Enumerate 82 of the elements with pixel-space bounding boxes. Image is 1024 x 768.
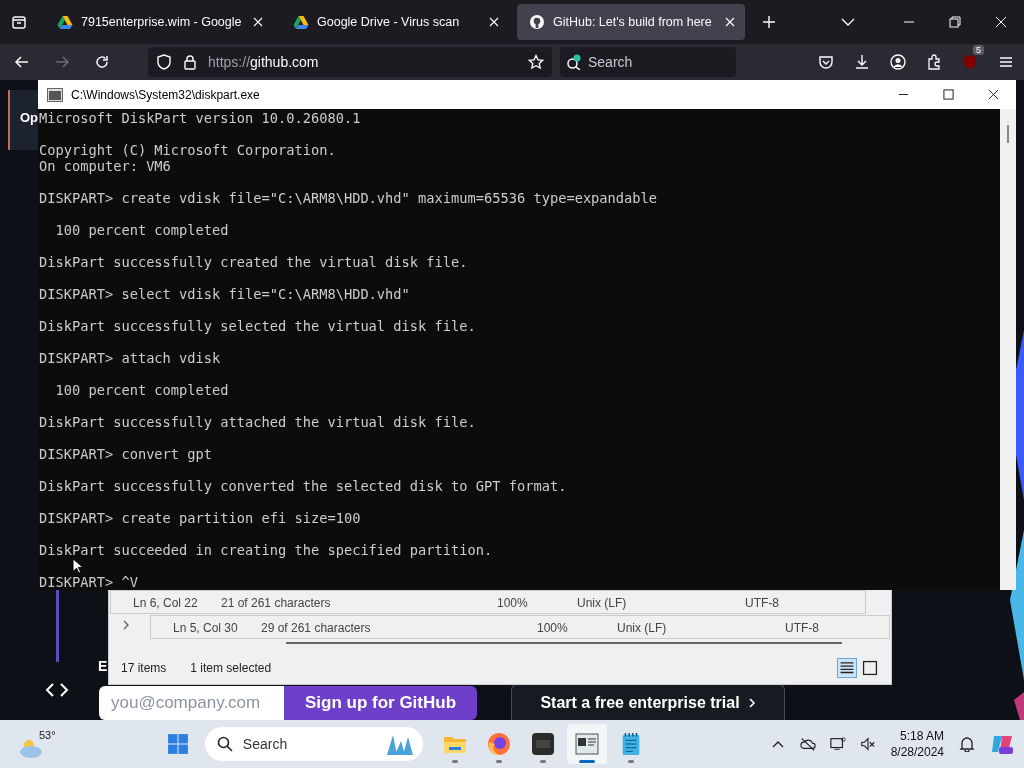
encoding: UTF-8 <box>785 621 819 635</box>
monitor-icon[interactable] <box>829 736 846 752</box>
zoom-level: 100% <box>497 596 528 610</box>
taskbar-search[interactable]: Search <box>204 727 423 761</box>
console-icon <box>47 87 63 102</box>
mouse-pointer-icon <box>72 558 83 574</box>
chevron-right-icon[interactable] <box>122 619 130 631</box>
character-count: 29 of 261 characters <box>261 621 371 635</box>
download-icon[interactable] <box>854 54 870 70</box>
scrollbar[interactable] <box>1000 109 1016 590</box>
console-line: 100 percent completed <box>54 222 229 238</box>
temperature: 53° <box>39 729 56 741</box>
card-text: Op <box>20 110 39 125</box>
console-line: DiskPart successfully created the virtual disk file. <box>39 254 468 270</box>
taskbar-app[interactable] <box>566 724 607 764</box>
menu-icon[interactable] <box>998 54 1014 70</box>
browser-tab[interactable]: Google Drive - Virus scan <box>281 4 509 40</box>
firefox-icon <box>486 732 511 756</box>
line-ending: Unix (LF) <box>577 596 627 610</box>
console-line: DISKPART> create partition efi size=100 <box>39 510 361 526</box>
console-line: DiskPart successfully converted the selected disk to GPT format. <box>39 478 567 494</box>
console-line: DiskPart successfully selected the virtual disk file. <box>39 318 476 334</box>
app-icon <box>530 732 555 756</box>
cloud-off-icon[interactable] <box>799 736 816 752</box>
enterprise-trial-button[interactable]: Start a free enterprise trial <box>511 684 785 720</box>
tab-list-icon[interactable] <box>11 14 27 30</box>
extensions-icon[interactable] <box>926 54 942 70</box>
console-line: DISKPART> attach vdisk <box>39 350 221 366</box>
close-icon[interactable] <box>253 17 263 27</box>
browser-tab[interactable]: GitHub: Let's build from here <box>517 4 745 40</box>
item-count: 17 items <box>121 661 167 675</box>
start-icon[interactable] <box>166 733 189 755</box>
drive-icon <box>57 14 73 30</box>
console-line: On computer: VM6 <box>39 158 171 174</box>
drive-icon <box>293 14 309 30</box>
cursor-position: Ln 6, Col 22 <box>133 596 198 610</box>
selection-status: 1 item selected <box>190 661 272 675</box>
browser-tab[interactable]: 7915enterprise.wim - Google <box>45 4 273 40</box>
code-icon <box>45 682 69 698</box>
address-bar[interactable]: https://github.com <box>148 47 552 77</box>
encoding: UTF-8 <box>745 596 779 610</box>
console-line: 100 percent completed <box>54 382 229 398</box>
cursor-position: Ln 5, Col 30 <box>173 621 238 635</box>
console-line: Copyright (C) Microsoft Corporation. <box>39 142 336 158</box>
console-line: DiskPart succeeded in creating the specified partition. <box>39 542 493 558</box>
close-icon[interactable] <box>489 17 499 27</box>
scrollbar[interactable] <box>286 642 842 644</box>
extension-badge: 5 <box>973 45 984 55</box>
clock[interactable]: 5:18 AM 8/28/2024 <box>890 728 944 760</box>
window-title: C:\Windows\System32\diskpart.exe <box>71 87 260 102</box>
console-line: DISKPART> convert gpt <box>39 446 213 462</box>
back-icon[interactable] <box>14 54 30 70</box>
pocket-icon[interactable] <box>818 54 834 70</box>
signup-button[interactable]: Sign up for GitHub <box>284 686 477 720</box>
tiles-view-icon[interactable] <box>861 659 879 677</box>
account-icon[interactable] <box>890 54 906 70</box>
close-icon[interactable] <box>725 17 735 27</box>
line-ending: Unix (LF) <box>617 621 667 635</box>
zoom-level: 100% <box>537 621 568 635</box>
star-icon[interactable] <box>528 54 544 70</box>
search-icon <box>216 736 233 752</box>
search-icon <box>566 54 582 70</box>
console-line: Microsoft DiskPart version 10.0.26080.1 <box>39 110 361 126</box>
shield-icon[interactable] <box>156 54 172 70</box>
details-view-icon[interactable] <box>837 658 857 678</box>
console-line: DISKPART> ^V <box>39 574 138 590</box>
new-tab-icon[interactable] <box>761 14 777 30</box>
console-line: DISKPART> create vdisk file="C:\ARM8\HDD.vhd" maximum=65536 type=expandable <box>39 190 658 206</box>
heading-text: E <box>98 658 108 674</box>
url-text: https://github.com <box>208 54 319 70</box>
github-icon <box>529 14 545 30</box>
bell-icon[interactable] <box>959 736 975 752</box>
chevron-right-icon <box>747 696 756 709</box>
search-field[interactable]: Search <box>560 47 736 77</box>
console-line: DISKPART> select vdisk file="C:\ARM8\HDD.vhd" <box>39 286 410 302</box>
window-icon <box>574 732 599 756</box>
reload-icon[interactable] <box>94 54 110 70</box>
console-line: DiskPart successfully attached the virtual disk file. <box>39 414 476 430</box>
lock-icon[interactable] <box>182 54 198 70</box>
speaker-muted-icon[interactable] <box>859 736 876 752</box>
accent-line <box>56 590 59 662</box>
character-count: 21 of 261 characters <box>221 596 331 610</box>
